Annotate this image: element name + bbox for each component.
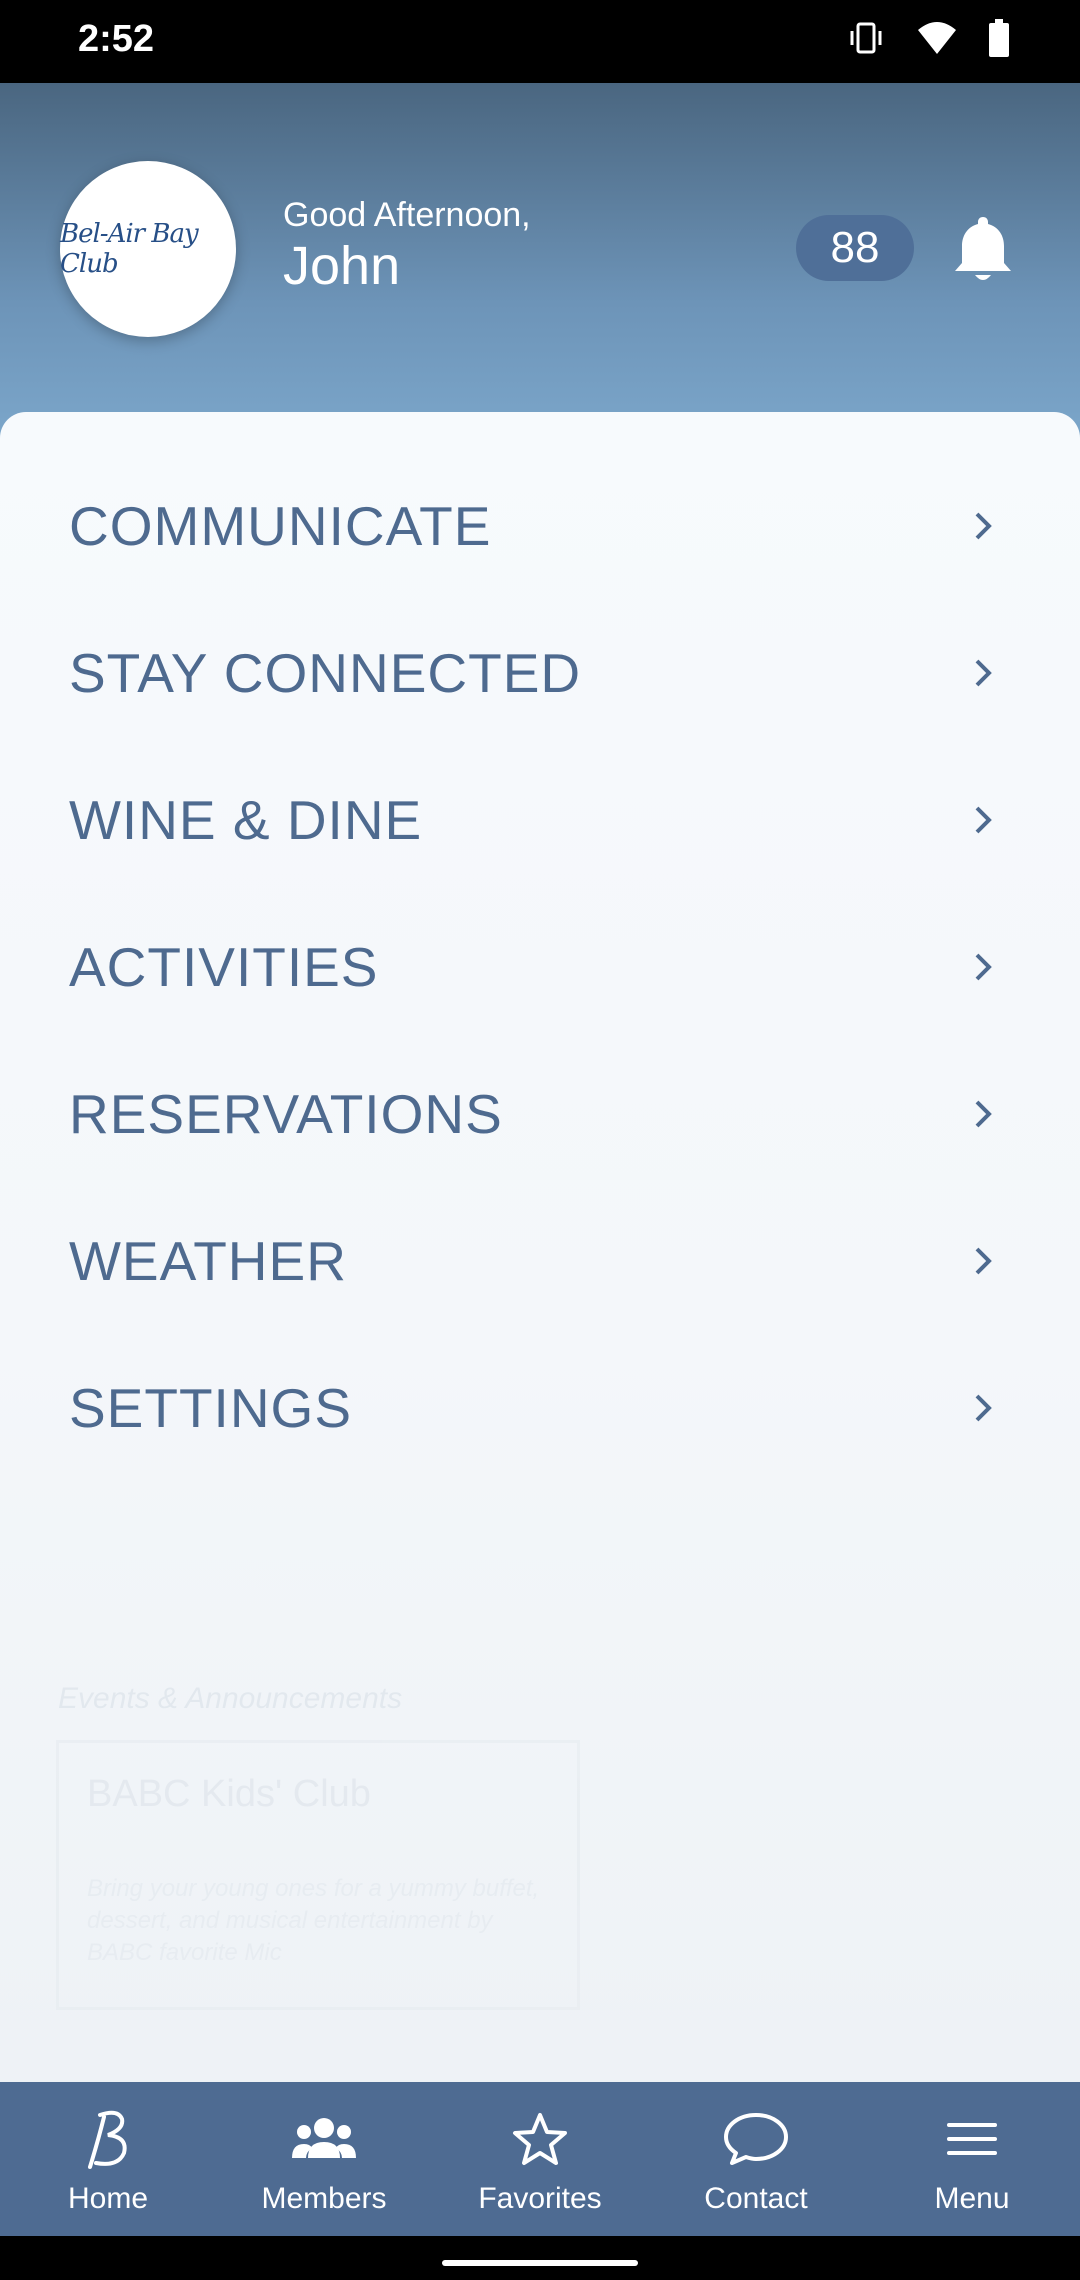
home-indicator[interactable] (442, 2260, 638, 2266)
event-card-faded: BABC Kids' Club Bring your young ones fo… (56, 1740, 580, 2010)
status-bar: 2:52 (0, 0, 1080, 83)
menu-item-stay-connected[interactable]: STAY CONNECTED (0, 599, 1080, 746)
bottom-nav: Home Members Favorites Contact Menu (0, 2082, 1080, 2236)
menu-item-label: STAY CONNECTED (69, 641, 582, 704)
system-nav-bar (0, 2236, 1080, 2280)
star-icon (513, 2113, 567, 2165)
bell-icon[interactable] (950, 213, 1016, 285)
members-icon (292, 2118, 356, 2158)
nav-home[interactable]: Home (0, 2082, 216, 2236)
status-time: 2:52 (78, 18, 155, 60)
club-logo-text: Bel-Air Bay Club (60, 219, 199, 279)
nav-favorites[interactable]: Favorites (432, 2082, 648, 2236)
menu-item-label: WEATHER (69, 1229, 347, 1292)
greeting-text: Good Afternoon, (283, 196, 531, 234)
menu-item-label: WINE & DINE (69, 788, 423, 851)
menu-item-reservations[interactable]: RESERVATIONS (0, 1040, 1080, 1187)
menu-item-label: RESERVATIONS (69, 1082, 503, 1145)
events-section-faded: Events & Announcements (58, 1682, 402, 1716)
status-icons (846, 18, 1010, 58)
event-card-body: Bring your young ones for a yummy buffet… (87, 1875, 540, 1966)
menu-panel: Events & Announcements BABC Kids' Club B… (0, 412, 1080, 2082)
b-logo-icon (88, 2110, 127, 2169)
menu-item-label: ACTIVITIES (69, 935, 379, 998)
nav-label: Members (261, 2182, 387, 2215)
menu-item-activities[interactable]: ACTIVITIES (0, 893, 1080, 1040)
wifi-icon (918, 22, 956, 54)
chevron-right-icon (975, 953, 992, 980)
nav-label: Home (67, 2182, 149, 2215)
nav-label: Favorites (478, 2182, 602, 2215)
nav-menu[interactable]: Menu (864, 2082, 1080, 2236)
nav-members[interactable]: Members (216, 2082, 432, 2236)
menu-item-wine-dine[interactable]: WINE & DINE (0, 746, 1080, 893)
menu-item-communicate[interactable]: COMMUNICATE (0, 452, 1080, 599)
notification-count-badge[interactable]: 88 (796, 215, 914, 281)
menu-item-label: SETTINGS (69, 1376, 353, 1439)
user-name: John (283, 236, 401, 296)
nav-label: Contact (704, 2182, 808, 2215)
chevron-right-icon (975, 806, 992, 833)
nav-label: Menu (934, 2182, 1010, 2215)
chevron-right-icon (975, 512, 992, 539)
chevron-right-icon (975, 1100, 992, 1127)
chevron-right-icon (975, 1394, 992, 1421)
hamburger-menu-icon (947, 2123, 997, 2155)
nav-contact[interactable]: Contact (648, 2082, 864, 2236)
menu-item-weather[interactable]: WEATHER (0, 1187, 1080, 1334)
chevron-right-icon (975, 1247, 992, 1274)
chat-bubble-icon (724, 2113, 788, 2165)
menu-item-label: COMMUNICATE (69, 494, 492, 557)
chevron-right-icon (975, 659, 992, 686)
events-section-title: Events & Announcements (58, 1682, 403, 1715)
vibrate-icon (850, 22, 882, 54)
battery-icon (989, 19, 1009, 57)
menu-item-settings[interactable]: SETTINGS (0, 1334, 1080, 1481)
club-logo[interactable]: Bel-Air Bay Club (60, 161, 236, 337)
event-card-title: BABC Kids' Club (87, 1773, 371, 1815)
